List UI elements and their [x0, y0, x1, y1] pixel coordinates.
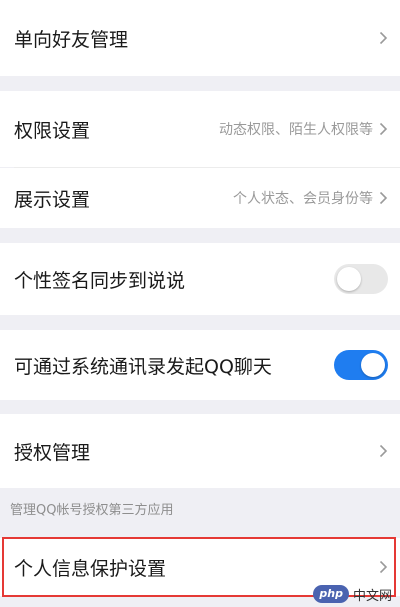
- one-way-friends-row[interactable]: 单向好友管理: [0, 0, 400, 76]
- chevron-right-icon: [379, 31, 388, 45]
- display-label: 展示设置: [14, 188, 91, 211]
- toggle-knob: [361, 353, 385, 377]
- toggle-knob: [337, 267, 361, 291]
- permissions-label: 权限设置: [14, 119, 91, 142]
- one-way-friends-label: 单向好友管理: [14, 28, 129, 51]
- contacts-chat-row: 可通过系统通讯录发起QQ聊天: [0, 330, 400, 400]
- watermark-text: 中文网: [352, 588, 392, 604]
- contacts-chat-label: 可通过系统通讯录发起QQ聊天: [14, 355, 272, 378]
- authorization-label: 授权管理: [14, 441, 91, 464]
- display-row[interactable]: 展示设置 个人状态、会员身份等: [0, 168, 400, 228]
- permissions-value: 动态权限、陌生人权限等: [219, 122, 373, 138]
- signature-sync-label: 个性签名同步到说说: [14, 269, 186, 292]
- personal-info-label: 个人信息保护设置: [14, 557, 167, 580]
- chevron-right-icon: [379, 122, 388, 136]
- signature-sync-row: 个性签名同步到说说: [0, 243, 400, 315]
- signature-sync-toggle[interactable]: [334, 264, 388, 294]
- watermark: php 中文网: [313, 583, 392, 605]
- watermark-badge: php: [313, 585, 349, 603]
- authorization-hint: 管理QQ帐号授权第三方应用: [10, 502, 174, 518]
- contacts-chat-toggle[interactable]: [334, 350, 388, 380]
- chevron-right-icon: [379, 444, 388, 458]
- chevron-right-icon: [379, 191, 388, 205]
- display-value: 个人状态、会员身份等: [233, 191, 373, 207]
- chevron-right-icon: [379, 560, 388, 574]
- authorization-row[interactable]: 授权管理: [0, 414, 400, 488]
- permissions-row[interactable]: 权限设置 动态权限、陌生人权限等: [0, 91, 400, 167]
